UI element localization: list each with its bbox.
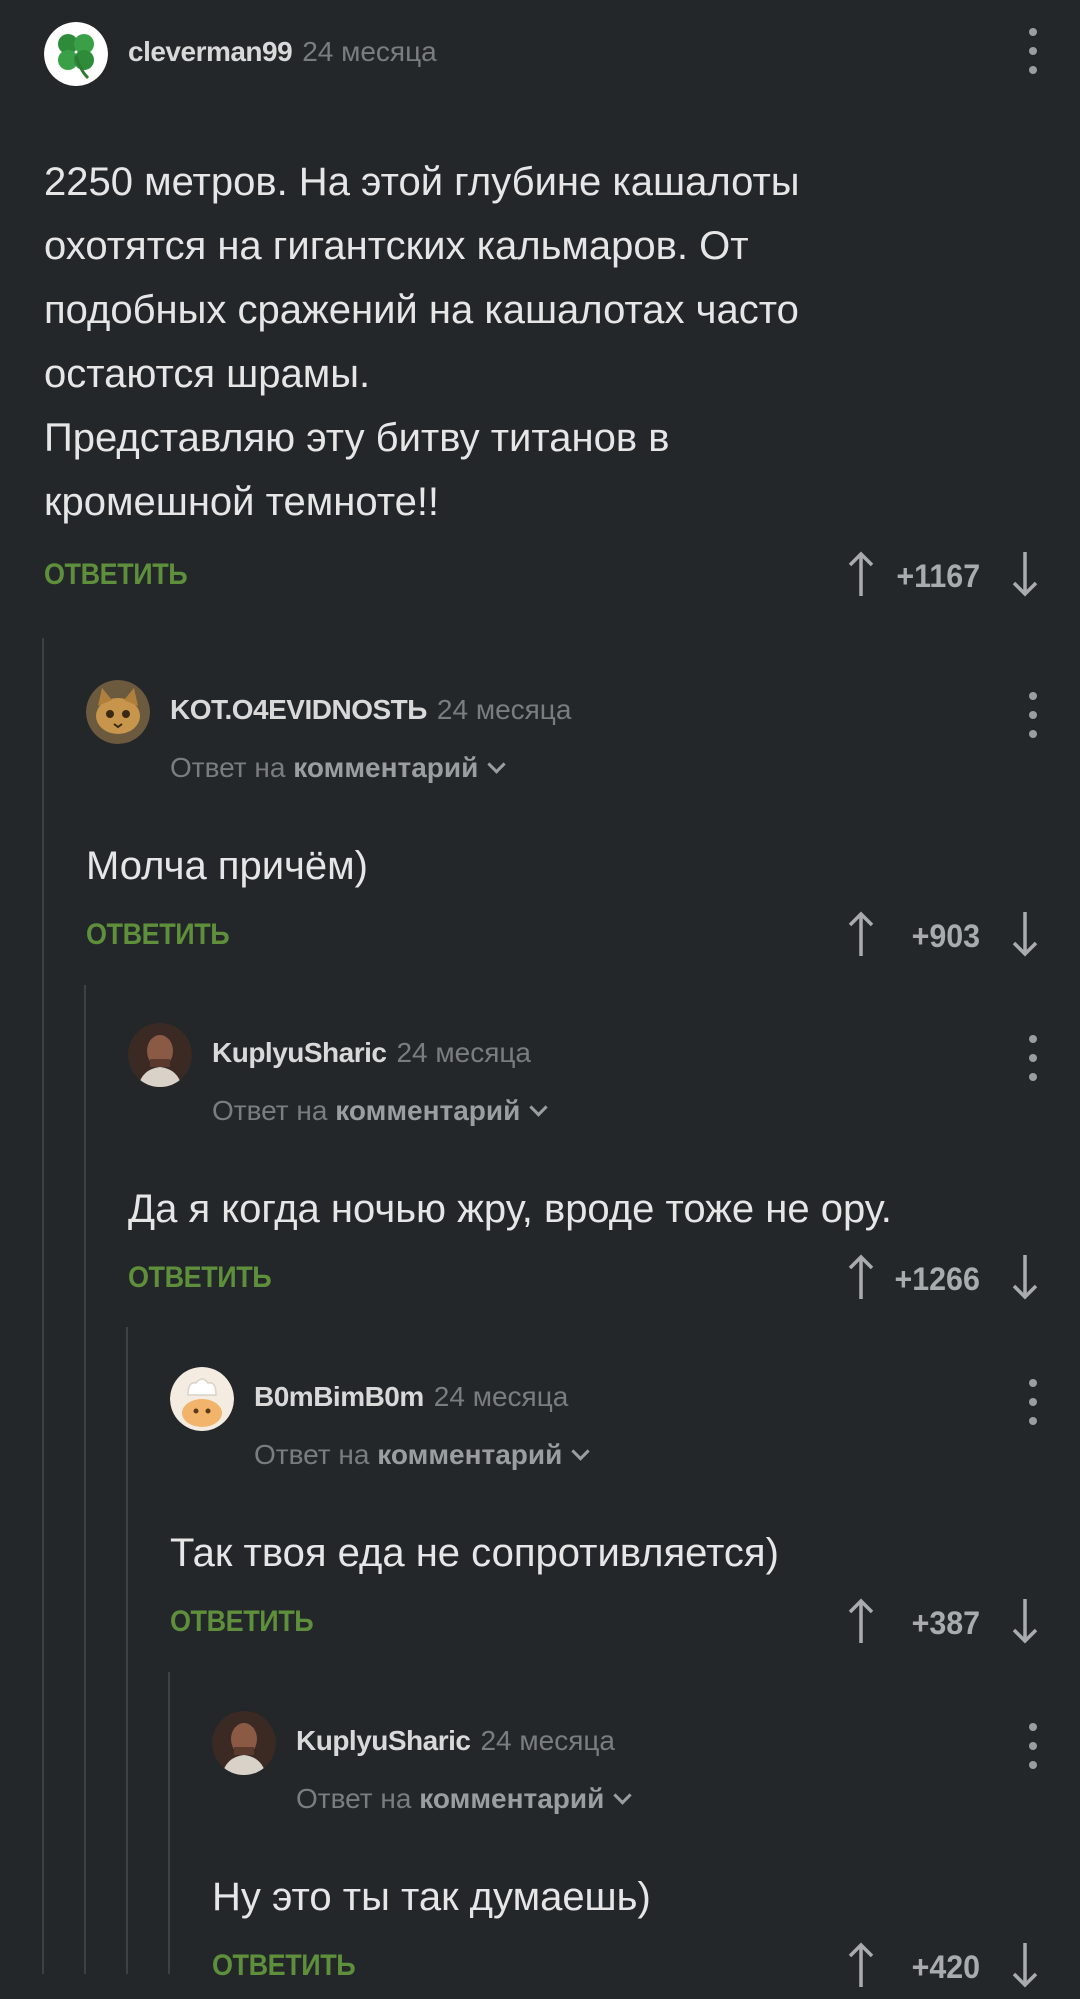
author-name[interactable]: B0mBimB0m 24 месяца xyxy=(254,1381,568,1413)
body-line: Представляю эту битву титанов в xyxy=(44,416,670,460)
more-vertical-icon[interactable] xyxy=(1028,1379,1038,1425)
reply-to-comment-link[interactable]: комментарий xyxy=(419,1783,604,1814)
reply-to-comment-link[interactable]: комментарий xyxy=(335,1095,520,1126)
comment-time: 24 месяца xyxy=(480,1725,616,1756)
comment-body: Молча причём) xyxy=(86,834,1080,898)
thread-line-level-3 xyxy=(126,1327,128,1974)
comment-actions: ОТВЕТИТЬ +1167 xyxy=(44,548,1080,608)
arrow-up-icon[interactable] xyxy=(846,550,876,598)
chevron-down-icon[interactable] xyxy=(529,1098,549,1117)
reply-to-prefix: Ответ на xyxy=(212,1095,328,1126)
reply-button[interactable]: ОТВЕТИТЬ xyxy=(128,1261,272,1295)
comment-body: Да я когда ночью жру, вроде тоже не ору. xyxy=(128,1177,1080,1241)
author-username[interactable]: KuplyuSharic xyxy=(212,1037,387,1068)
reply-to-prefix: Ответ на xyxy=(254,1439,370,1470)
comment-header: KuplyuSharic 24 месяца Ответ на комментар… xyxy=(212,1711,1080,1814)
chevron-down-icon[interactable] xyxy=(613,1786,633,1805)
thread-line-level-2 xyxy=(84,985,86,1974)
reply-to-link[interactable]: Ответ на комментарий xyxy=(254,1439,591,1471)
clover-avatar-icon[interactable] xyxy=(44,22,108,86)
reply-button[interactable]: ОТВЕТИТЬ xyxy=(44,558,188,592)
comment-reply-level-1: KOT.O4EVIDNOSTЬ 24 месяца Ответ на коммен… xyxy=(86,680,1080,968)
arrow-down-icon[interactable] xyxy=(1010,1941,1040,1989)
author-username[interactable]: cleverman99 xyxy=(128,36,293,67)
rating-value: +1167 xyxy=(896,558,980,594)
body-line: охотятся на гигантских кальмаров. От xyxy=(44,224,749,268)
reply-to-prefix: Ответ на xyxy=(170,752,286,783)
author-name[interactable]: KuplyuSharic 24 месяца xyxy=(212,1037,531,1069)
body-line: Да я когда ночью жру, вроде тоже не ору. xyxy=(128,1187,892,1231)
arrow-down-icon[interactable] xyxy=(1010,1253,1040,1301)
body-line: подобных сражений на кашалотах часто xyxy=(44,288,799,332)
arrow-up-icon[interactable] xyxy=(846,1597,876,1645)
comment-body: Ну это ты так думаешь) xyxy=(212,1865,1080,1929)
author-name[interactable]: cleverman99 24 месяца xyxy=(128,36,437,68)
comment-actions: ОТВЕТИТЬ +420 xyxy=(212,1939,1080,1999)
comment-body: Так твоя еда не сопротивляется) xyxy=(170,1521,1080,1585)
body-line: Так твоя еда не сопротивляется) xyxy=(170,1531,779,1575)
comment-header: KuplyuSharic 24 месяца Ответ на комментар… xyxy=(128,1023,1080,1126)
thread-line-level-4 xyxy=(168,1672,170,1974)
comment-header: cleverman99 24 месяца xyxy=(44,22,1080,86)
reply-button[interactable]: ОТВЕТИТЬ xyxy=(170,1605,314,1639)
chef-emoji-avatar-icon[interactable] xyxy=(170,1367,234,1431)
comment-header: KOT.O4EVIDNOSTЬ 24 месяца Ответ на коммен… xyxy=(86,680,1080,783)
comment-time: 24 месяца xyxy=(436,694,572,725)
more-vertical-icon[interactable] xyxy=(1028,28,1038,74)
comment-body: 2250 метров. На этой глубине кашалоты ох… xyxy=(44,150,1080,534)
rating-value: +903 xyxy=(911,918,980,954)
body-line: Ну это ты так думаешь) xyxy=(212,1875,651,1919)
comment-actions: ОТВЕТИТЬ +903 xyxy=(86,908,1080,968)
man-photo-avatar-icon[interactable] xyxy=(212,1711,276,1775)
author-username[interactable]: KOT.O4EVIDNOSTЬ xyxy=(170,694,427,725)
author-username[interactable]: B0mBimB0m xyxy=(254,1381,424,1412)
comment-time: 24 месяца xyxy=(396,1037,532,1068)
comment-reply-level-3: B0mBimB0m 24 месяца Ответ на комментарий … xyxy=(170,1367,1080,1655)
body-line: 2250 метров. На этой глубине кашалоты xyxy=(44,160,800,204)
arrow-up-icon[interactable] xyxy=(846,1253,876,1301)
cat-avatar-icon[interactable] xyxy=(86,680,150,744)
reply-to-comment-link[interactable]: комментарий xyxy=(293,752,478,783)
rating-value: +387 xyxy=(911,1605,980,1641)
comment-time: 24 месяца xyxy=(433,1381,569,1412)
comment-root: cleverman99 24 месяца 2250 метров. На это… xyxy=(44,22,1080,608)
arrow-down-icon[interactable] xyxy=(1010,910,1040,958)
thread-line-level-1 xyxy=(42,638,44,1974)
rating-value: +420 xyxy=(911,1949,980,1985)
comment-time: 24 месяца xyxy=(302,36,437,67)
arrow-down-icon[interactable] xyxy=(1010,550,1040,598)
reply-to-link[interactable]: Ответ на комментарий xyxy=(296,1783,633,1815)
body-line: Молча причём) xyxy=(86,844,368,888)
author-name[interactable]: KOT.O4EVIDNOSTЬ 24 месяца xyxy=(170,694,571,726)
comment-header: B0mBimB0m 24 месяца Ответ на комментарий xyxy=(170,1367,1080,1470)
more-vertical-icon[interactable] xyxy=(1028,692,1038,738)
chevron-down-icon[interactable] xyxy=(487,755,507,774)
reply-to-comment-link[interactable]: комментарий xyxy=(377,1439,562,1470)
reply-to-link[interactable]: Ответ на комментарий xyxy=(170,752,507,784)
rating-value: +1266 xyxy=(894,1261,980,1297)
author-name[interactable]: KuplyuSharic 24 месяца xyxy=(296,1725,615,1757)
reply-button[interactable]: ОТВЕТИТЬ xyxy=(86,918,230,952)
comment-actions: ОТВЕТИТЬ +1266 xyxy=(128,1251,1080,1311)
body-line: кромешной темноте!! xyxy=(44,480,440,524)
arrow-up-icon[interactable] xyxy=(846,1941,876,1989)
comment-reply-level-2: KuplyuSharic 24 месяца Ответ на комментар… xyxy=(128,1023,1080,1311)
author-username[interactable]: KuplyuSharic xyxy=(296,1725,471,1756)
more-vertical-icon[interactable] xyxy=(1028,1035,1038,1081)
body-line: остаются шрамы. xyxy=(44,352,371,396)
comment-actions: ОТВЕТИТЬ +387 xyxy=(170,1595,1080,1655)
reply-to-link[interactable]: Ответ на комментарий xyxy=(212,1095,549,1127)
more-vertical-icon[interactable] xyxy=(1028,1723,1038,1769)
comment-reply-level-4: KuplyuSharic 24 месяца Ответ на комментар… xyxy=(212,1711,1080,1999)
arrow-down-icon[interactable] xyxy=(1010,1597,1040,1645)
reply-to-prefix: Ответ на xyxy=(296,1783,412,1814)
arrow-up-icon[interactable] xyxy=(846,910,876,958)
chevron-down-icon[interactable] xyxy=(571,1442,591,1461)
man-photo-avatar-icon[interactable] xyxy=(128,1023,192,1087)
reply-button[interactable]: ОТВЕТИТЬ xyxy=(212,1949,356,1983)
